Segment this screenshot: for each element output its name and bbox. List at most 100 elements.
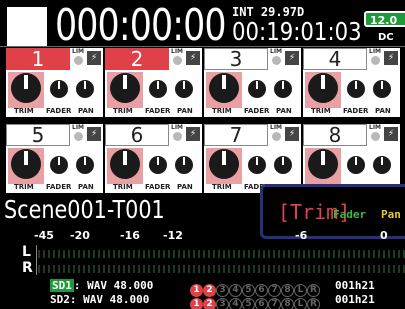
fader-knob-icon[interactable] [50, 80, 68, 98]
trim-knob-icon[interactable] [209, 73, 239, 103]
track-indicator-1: 1 [190, 298, 203, 309]
limiter-label: LIM [171, 48, 184, 55]
pan-label: PAN [78, 107, 94, 115]
pan-knob-icon[interactable] [373, 80, 391, 98]
meter-label-r: R [22, 260, 33, 276]
timecode: 00:19:01:03 [232, 17, 362, 46]
track-indicator-8: 8 [281, 298, 294, 309]
channel-strip-6[interactable]: 6 LIM ⚡ TRIM FADER PAN [105, 124, 202, 193]
track-indicator-R: R [307, 298, 320, 309]
pan-knob-icon[interactable] [175, 80, 193, 98]
pan-knob-icon[interactable] [373, 156, 391, 174]
limiter-label: LIM [270, 124, 283, 131]
channel-strip-2[interactable]: 2 LIM ⚡ TRIM FADER PAN [105, 48, 202, 117]
trim-label: TRIM [212, 107, 232, 115]
fader-knob-icon[interactable] [149, 156, 167, 174]
param-fader[interactable]: Fader [333, 209, 366, 221]
trim-label: TRIM [14, 107, 34, 115]
param-pan[interactable]: Pan [381, 209, 401, 221]
limiter-label: LIM [171, 124, 184, 131]
trim-knob-icon[interactable] [110, 149, 140, 179]
meter-bar-r [38, 265, 405, 273]
trim-knob-icon[interactable] [308, 73, 338, 103]
scene-take-name: Scene001-T001 [4, 195, 165, 224]
track-indicator-4: 4 [229, 298, 242, 309]
track-indicator-L: L [294, 298, 307, 309]
channel-strip-1[interactable]: 1 LIM ⚡ TRIM FADER PAN [6, 48, 103, 117]
channel-number[interactable]: 4 [303, 48, 367, 70]
trim-knob-icon[interactable] [11, 149, 41, 179]
channel-strip-7[interactable]: 7LIM⚡TRIMFADERPAN [204, 124, 301, 193]
track-indicator-3: 3 [216, 298, 229, 309]
fader-label: FADER [46, 183, 72, 191]
limiter-icon [371, 132, 380, 141]
phantom-power-icon: ⚡ [87, 51, 101, 65]
pan-knob-icon[interactable] [274, 80, 292, 98]
fader-label: FADER [145, 183, 171, 191]
meter-tick-label: -12 [163, 229, 183, 242]
fader-knob-icon[interactable] [149, 80, 167, 98]
recorder-screen: 000:00:00 INT 29.97D 00:19:01:03 12.0 DC… [0, 0, 405, 309]
limiter-icon [173, 132, 182, 141]
phantom-power-icon: ⚡ [87, 127, 101, 141]
fader-knob-icon[interactable] [347, 156, 365, 174]
battery-voltage: 12.0 [370, 14, 398, 27]
fader-label: FADER [244, 107, 270, 115]
sd2-tag: SD2 [50, 293, 70, 306]
sd1-tag: SD1 [50, 279, 74, 292]
sd2-file: 001h21 [335, 293, 375, 306]
meter-tick-label: -16 [120, 229, 140, 242]
fader-knob-icon[interactable] [50, 156, 68, 174]
channel-strip-8[interactable]: 8LIM⚡TRIMFADERPAN [303, 124, 400, 193]
channel-number[interactable]: 7 [204, 124, 268, 146]
channel-number[interactable]: 3 [204, 48, 268, 70]
channel-number[interactable]: 5 [6, 124, 70, 146]
channel-strip-3[interactable]: 3 LIM ⚡ TRIM FADER PAN [204, 48, 301, 117]
trim-knob-icon[interactable] [11, 73, 41, 103]
sd2-row: SD2: WAV 48.000 [50, 294, 149, 306]
trim-knob-icon[interactable] [209, 149, 239, 179]
pan-knob-icon[interactable] [274, 156, 292, 174]
phantom-power-icon: ⚡ [384, 127, 398, 141]
meter-left-rule [36, 245, 37, 275]
channel-number[interactable]: 2 [105, 48, 169, 70]
meter-bar-l [38, 250, 405, 258]
sd1-row: SD1: WAV 48.000 [50, 279, 154, 292]
fader-knob-icon[interactable] [248, 80, 266, 98]
trim-knob-icon[interactable] [308, 149, 338, 179]
channel-number[interactable]: 8 [303, 124, 367, 146]
pan-label: PAN [276, 107, 292, 115]
fader-knob-icon[interactable] [248, 156, 266, 174]
fader-label: FADER [46, 107, 72, 115]
meter-label-l: L [22, 244, 31, 260]
pan-knob-icon[interactable] [175, 156, 193, 174]
channel-strip-4[interactable]: 4 LIM ⚡ TRIM FADER PAN [303, 48, 400, 117]
limiter-label: LIM [369, 124, 382, 131]
channel-strip-5[interactable]: 5 LIM ⚡ TRIM FADER PAN [6, 124, 103, 193]
elapsed-time: 000:00:00 [55, 0, 227, 51]
meter-tick-label: -20 [70, 229, 90, 242]
pan-knob-icon[interactable] [76, 80, 94, 98]
channel-number[interactable]: 6 [105, 124, 169, 146]
phantom-power-icon: ⚡ [384, 51, 398, 65]
limiter-label: LIM [72, 48, 85, 55]
pan-knob-icon[interactable] [76, 156, 94, 174]
phantom-power-icon: ⚡ [285, 51, 299, 65]
sd1-format: : WAV 48.000 [73, 279, 154, 292]
fader-label: FADER [343, 107, 369, 115]
trim-label: TRIM [14, 183, 34, 191]
trim-label: TRIM [113, 183, 133, 191]
pan-label: PAN [78, 183, 94, 191]
track-indicator-5: 5 [242, 298, 255, 309]
limiter-label: LIM [369, 48, 382, 55]
meter-tick-label: 0 [380, 229, 388, 242]
trim-knob-icon[interactable] [110, 73, 140, 103]
track-indicator-2: 2 [203, 298, 216, 309]
track-indicator-7: 7 [268, 298, 281, 309]
fader-knob-icon[interactable] [347, 80, 365, 98]
phantom-power-icon: ⚡ [186, 51, 200, 65]
track-indicators-sd2: 12345678LR [190, 294, 320, 309]
phantom-power-icon: ⚡ [186, 127, 200, 141]
power-source: DC [378, 32, 394, 43]
channel-number[interactable]: 1 [6, 48, 70, 70]
